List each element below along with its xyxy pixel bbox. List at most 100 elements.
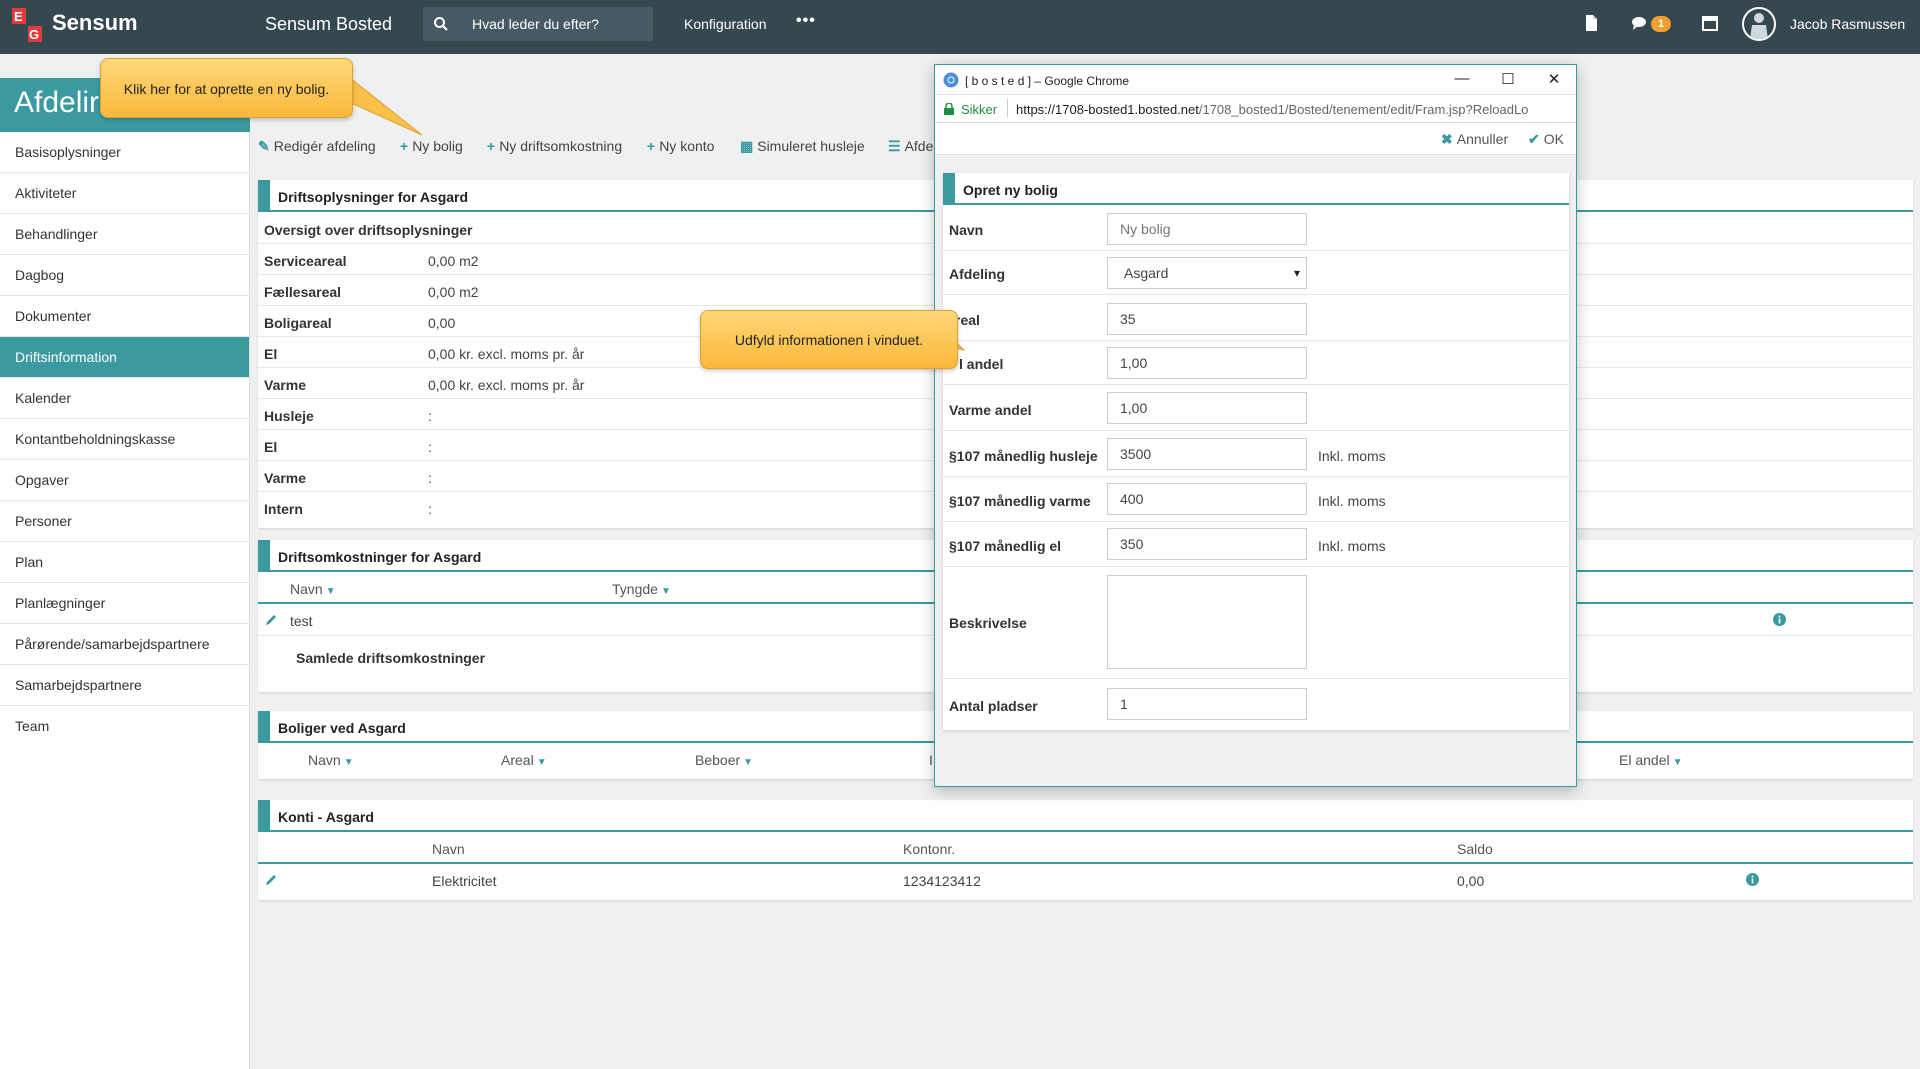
search-input[interactable]: Hvad leder du efter?	[423, 7, 653, 41]
col-header-name[interactable]: Navn ▼	[290, 581, 336, 597]
tooltip-fill-info-text: Udfyld informationen i vinduet.	[734, 332, 924, 348]
cancel-label: Annuller	[1456, 131, 1509, 147]
table-row[interactable]: Elektricitet 1234123412 0,00	[258, 864, 1913, 896]
app-name[interactable]: Sensum Bosted	[265, 14, 392, 35]
sidebar-item-samarbejdspartnere[interactable]: Samarbejdspartnere	[0, 665, 249, 706]
edit-pencil-icon[interactable]	[264, 613, 278, 627]
new-cost-label: Ny driftsomkostning	[499, 138, 623, 154]
col-header-balance[interactable]: Saldo	[1457, 841, 1493, 857]
calendar-icon[interactable]	[1701, 14, 1719, 32]
sidebar-item-opgaver[interactable]: Opgaver	[0, 460, 249, 501]
department-list-button[interactable]: ☰ Afde	[888, 138, 933, 155]
sidebar-item-behandlinger[interactable]: Behandlinger	[0, 214, 249, 255]
form-row-area: real 35	[943, 295, 1569, 341]
sidebar-item-paarorende[interactable]: Pårørende/samarbejdspartnere	[0, 624, 249, 665]
info-key: Intern	[264, 501, 303, 517]
sidebar-item-basisoplysninger[interactable]: Basisoplysninger	[0, 132, 249, 173]
minimize-icon[interactable]: —	[1452, 70, 1472, 87]
user-name[interactable]: Jacob Rasmussen	[1790, 16, 1905, 32]
info-icon[interactable]	[1746, 873, 1759, 886]
account-name: Elektricitet	[432, 873, 497, 889]
monthly-el-input[interactable]: 350	[1107, 528, 1307, 560]
eg-logo-icon[interactable]: E G	[12, 8, 42, 42]
ok-button[interactable]: ✔ OK	[1528, 131, 1564, 148]
monthly-heat-label: §107 månedlig varme	[949, 493, 1091, 509]
col-header-el-share-label: El andel	[1619, 752, 1670, 768]
col-header-clipped[interactable]: I	[929, 752, 933, 768]
sidebar-item-kalender[interactable]: Kalender	[0, 378, 249, 419]
new-home-button[interactable]: + Ny bolig	[400, 138, 463, 154]
cancel-button[interactable]: ✖ Annuller	[1441, 131, 1508, 148]
window-title-bar[interactable]: [ b o s t e d ] – Google Chrome — ☐ ✕	[935, 65, 1576, 95]
search-icon	[434, 17, 448, 31]
col-header-resident[interactable]: Beboer ▼	[695, 752, 753, 768]
sidebar-item-personer[interactable]: Personer	[0, 501, 249, 542]
area-input[interactable]: 35	[1107, 303, 1307, 335]
col-header-area[interactable]: Areal ▼	[501, 752, 547, 768]
form-row-monthly-rent: §107 månedlig husleje 3500 Inkl. moms	[943, 431, 1569, 477]
sidebar-item-driftsinformation[interactable]: Driftsinformation	[0, 337, 249, 378]
info-key: Boligareal	[264, 315, 332, 331]
address-bar[interactable]: Sikker https://1708-bosted1.bosted.net/1…	[935, 95, 1576, 123]
col-header-name[interactable]: Navn ▼	[308, 752, 354, 768]
sidebar-item-team[interactable]: Team	[0, 706, 249, 747]
notification-badge[interactable]: 1	[1651, 16, 1671, 32]
info-value: :	[428, 408, 432, 424]
description-textarea[interactable]	[1107, 575, 1307, 669]
col-header-account-number[interactable]: Kontonr.	[903, 841, 955, 857]
sidebar-item-dagbog[interactable]: Dagbog	[0, 255, 249, 296]
tooltip-fill-info: Udfyld informationen i vinduet.	[700, 310, 958, 369]
info-icon[interactable]	[1773, 613, 1786, 626]
monthly-heat-input[interactable]: 400	[1107, 483, 1307, 515]
new-home-label: Ny bolig	[412, 138, 463, 154]
calculator-icon: ▦	[740, 138, 754, 154]
sidebar-item-plan[interactable]: Plan	[0, 542, 249, 583]
new-cost-button[interactable]: + Ny driftsomkostning	[487, 138, 622, 154]
edit-department-button[interactable]: ✎ Redigér afdeling	[258, 138, 376, 155]
col-header-el-share[interactable]: El andel ▼	[1619, 752, 1683, 768]
edit-pencil-icon[interactable]	[264, 873, 278, 887]
heat-share-input[interactable]: 1,00	[1107, 392, 1307, 424]
more-icon[interactable]: •••	[796, 12, 816, 30]
monthly-rent-input[interactable]: 3500	[1107, 438, 1307, 470]
new-account-label: Ny konto	[659, 138, 715, 154]
new-account-button[interactable]: + Ny konto	[647, 138, 714, 154]
tooltip-new-home: Klik her for at oprette en ny bolig.	[100, 58, 353, 118]
sidebar-item-kontantbeholdningskasse[interactable]: Kontantbeholdningskasse	[0, 419, 249, 460]
nav-konfiguration[interactable]: Konfiguration	[684, 16, 767, 32]
edit-department-label: Redigér afdeling	[273, 138, 376, 154]
tooltip-pointer	[340, 69, 423, 136]
maximize-icon[interactable]: ☐	[1498, 70, 1518, 88]
col-header-weight[interactable]: Tyngde ▼	[612, 581, 671, 597]
col-header-name[interactable]: Navn	[432, 841, 465, 857]
secure-label: Sikker	[961, 102, 998, 117]
name-input[interactable]: Ny bolig	[1107, 213, 1307, 245]
document-icon[interactable]	[1582, 14, 1600, 32]
sidebar-item-aktiviteter[interactable]: Aktiviteter	[0, 173, 249, 214]
sort-caret-icon: ▼	[325, 586, 336, 597]
plus-icon: +	[400, 138, 409, 154]
logo-text[interactable]: Sensum	[52, 10, 138, 36]
chat-icon[interactable]	[1630, 14, 1648, 32]
info-value: :	[428, 501, 432, 517]
avatar[interactable]	[1742, 7, 1776, 41]
search-placeholder: Hvad leder du efter?	[472, 16, 599, 32]
url-text[interactable]: https://1708-bosted1.bosted.net/1708_bos…	[1016, 102, 1571, 117]
cost-name: test	[290, 613, 313, 629]
department-select[interactable]: Asgard	[1107, 257, 1307, 289]
sort-caret-icon: ▼	[743, 757, 754, 768]
places-input[interactable]: 1	[1107, 688, 1307, 720]
user-icon	[1750, 13, 1768, 39]
ok-label: OK	[1543, 131, 1564, 147]
info-key: Varme	[264, 470, 307, 486]
window-title: [ b o s t e d ] – Google Chrome	[965, 74, 1130, 88]
close-icon[interactable]: ✕	[1544, 70, 1564, 88]
svg-text:E: E	[14, 9, 23, 24]
sidebar-item-dokumenter[interactable]: Dokumenter	[0, 296, 249, 337]
panel-title: Boliger ved Asgard	[278, 720, 406, 736]
monthly-el-label: §107 månedlig el	[949, 538, 1062, 554]
sidebar-item-planlaegninger[interactable]: Planlægninger	[0, 583, 249, 624]
simulated-rent-button[interactable]: ▦ Simuleret husleje	[740, 138, 865, 155]
list-icon: ☰	[888, 138, 901, 154]
el-share-input[interactable]: 1,00	[1107, 347, 1307, 379]
